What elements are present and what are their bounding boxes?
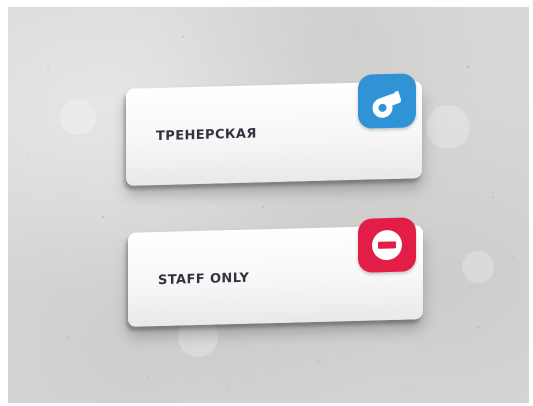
sign-label: STAFF ONLY (158, 270, 250, 289)
sign-label: ТРЕНЕРСКАЯ (156, 126, 257, 145)
whistle-icon (372, 90, 402, 118)
concrete-wall-texture (27, 31, 514, 388)
photo-frame: ТРЕНЕРСКАЯ STAFF ONLY (8, 7, 529, 403)
sign-trenerskaya: ТРЕНЕРСКАЯ (126, 73, 422, 186)
no-entry-badge (358, 217, 416, 273)
no-entry-icon (372, 230, 402, 261)
whistle-badge (358, 73, 416, 129)
sign-staff-only: STAFF ONLY (128, 217, 423, 327)
